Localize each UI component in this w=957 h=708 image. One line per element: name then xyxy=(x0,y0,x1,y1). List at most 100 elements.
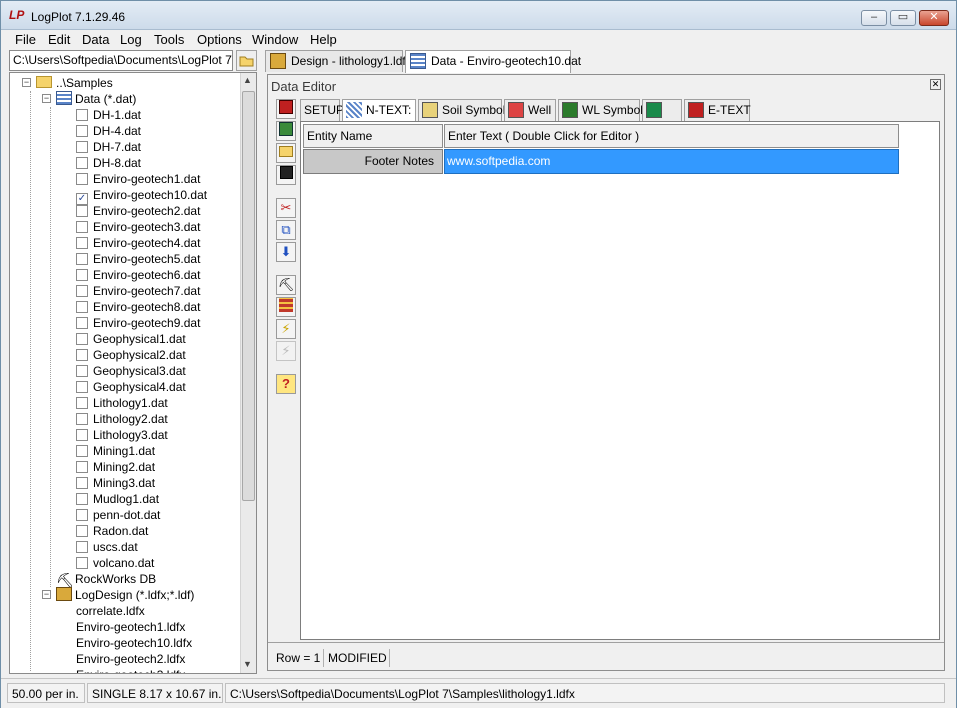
close-button[interactable]: ✕ xyxy=(919,10,949,26)
file-checkbox[interactable] xyxy=(76,269,88,281)
file-checkbox[interactable] xyxy=(76,461,88,473)
file-checkbox[interactable] xyxy=(76,381,88,393)
save-button[interactable] xyxy=(276,165,296,185)
file-checkbox[interactable] xyxy=(76,397,88,409)
file-checkbox[interactable] xyxy=(76,237,88,249)
menu-data[interactable]: Data xyxy=(82,32,109,47)
tab-wl-symbol[interactable]: WL Symbol xyxy=(558,99,643,121)
tree-scrollbar[interactable]: ▲ ▼ xyxy=(240,73,256,673)
minimize-button[interactable]: – xyxy=(861,10,887,26)
tree-node-rockworks[interactable]: ⛏RockWorks DB xyxy=(56,571,156,587)
tree-item-design-file[interactable]: Enviro-geotech1.ldfx xyxy=(76,619,185,635)
tab-more[interactable] xyxy=(642,99,682,121)
tree-item-design-file[interactable]: correlate.ldfx xyxy=(76,603,145,619)
row-text-cell[interactable]: www.softpedia.com xyxy=(444,149,899,174)
file-checkbox[interactable] xyxy=(76,493,88,505)
file-checkbox[interactable] xyxy=(76,173,88,185)
tab-e-text[interactable]: E-TEXT xyxy=(684,99,751,121)
file-checkbox[interactable] xyxy=(76,253,88,265)
menu-file[interactable]: File xyxy=(15,32,36,47)
tree-item-data-file[interactable]: Mining3.dat xyxy=(76,475,155,491)
tab-design-lithology1[interactable]: Design - lithology1.ldfx xyxy=(265,50,412,72)
tab-setup[interactable]: SETUP xyxy=(300,99,344,121)
tree-item-data-file[interactable]: Geophysical4.dat xyxy=(76,379,186,395)
editor-close-button[interactable]: ✕ xyxy=(930,79,941,90)
tree-item-data-file[interactable]: Enviro-geotech5.dat xyxy=(76,251,200,267)
tree-item-data-file[interactable]: DH-7.dat xyxy=(76,139,141,155)
file-checkbox[interactable] xyxy=(76,509,88,521)
import-button[interactable] xyxy=(276,121,296,141)
tree-item-data-file[interactable]: Enviro-geotech8.dat xyxy=(76,299,200,315)
tree-item-data-file[interactable]: Geophysical2.dat xyxy=(76,347,186,363)
title-bar[interactable]: LP LogPlot 7.1.29.46 – ▭ ✕ xyxy=(1,1,956,30)
maximize-button[interactable]: ▭ xyxy=(890,10,916,26)
file-checkbox[interactable] xyxy=(76,333,88,345)
file-checkbox[interactable] xyxy=(76,541,88,553)
tree-item-data-file[interactable]: ✓ Enviro-geotech10.dat xyxy=(76,187,207,205)
tree-item-data-file[interactable]: Mining1.dat xyxy=(76,443,155,459)
column-header-enter-text[interactable]: Enter Text ( Double Click for Editor ) xyxy=(444,124,899,148)
tree-item-data-file[interactable]: Geophysical1.dat xyxy=(76,331,186,347)
path-field[interactable]: C:\Users\Softpedia\Documents\LogPlot 7\S… xyxy=(9,50,233,71)
tab-n-text[interactable]: N-TEXT: xyxy=(342,99,416,122)
file-checkbox[interactable] xyxy=(76,525,88,537)
collapse-toggle-icon[interactable]: − xyxy=(22,78,31,87)
paste-button[interactable]: ⬇ xyxy=(276,242,296,262)
tree-item-data-file[interactable]: DH-8.dat xyxy=(76,155,141,171)
tree-item-design-file[interactable]: Enviro-geotech2.ldfx xyxy=(76,651,185,667)
tree-item-data-file[interactable]: Enviro-geotech7.dat xyxy=(76,283,200,299)
tree-item-data-file[interactable]: Enviro-geotech2.dat xyxy=(76,203,200,219)
file-tree[interactable]: ▲ ▼ − ..\Samples − Data (*.dat) DH-1.dat DH-4… xyxy=(9,72,257,674)
file-checkbox[interactable] xyxy=(76,301,88,313)
tree-folder-samples[interactable]: − ..\Samples xyxy=(22,75,113,91)
menu-tools[interactable]: Tools xyxy=(154,32,184,47)
file-checkbox[interactable] xyxy=(76,157,88,169)
file-checkbox[interactable] xyxy=(76,317,88,329)
tab-data-enviro-geotech10[interactable]: Data - Enviro-geotech10.dat xyxy=(405,50,581,73)
tree-item-data-file[interactable]: Enviro-geotech6.dat xyxy=(76,267,200,283)
tree-item-data-file[interactable]: Enviro-geotech4.dat xyxy=(76,235,200,251)
file-checkbox[interactable] xyxy=(76,205,88,217)
rockworks-pick-button[interactable]: ⛏ xyxy=(276,275,296,295)
menu-help[interactable]: Help xyxy=(310,32,337,47)
data-grid[interactable]: Entity Name Enter Text ( Double Click fo… xyxy=(300,121,940,640)
lithology-button[interactable] xyxy=(276,297,296,317)
browse-folder-button[interactable] xyxy=(236,50,257,71)
collapse-toggle-icon[interactable]: − xyxy=(42,94,51,103)
scroll-down-arrow-icon[interactable]: ▼ xyxy=(243,659,252,669)
new-button[interactable] xyxy=(276,99,296,119)
file-checkbox[interactable] xyxy=(76,557,88,569)
tree-item-data-file[interactable]: Lithology2.dat xyxy=(76,411,168,427)
tree-item-data-file[interactable]: uscs.dat xyxy=(76,539,138,555)
tree-item-data-file[interactable]: Mudlog1.dat xyxy=(76,491,159,507)
menu-edit[interactable]: Edit xyxy=(48,32,70,47)
tree-node-data[interactable]: − Data (*.dat) xyxy=(42,91,136,107)
menu-options[interactable]: Options xyxy=(197,32,242,47)
file-checkbox[interactable] xyxy=(76,349,88,361)
tree-item-data-file[interactable]: Radon.dat xyxy=(76,523,148,539)
file-checkbox[interactable] xyxy=(76,445,88,457)
file-checkbox[interactable] xyxy=(76,125,88,137)
tab-soil-symbol[interactable]: Soil Symbol xyxy=(418,99,505,121)
menu-window[interactable]: Window xyxy=(252,32,298,47)
column-header-entity-name[interactable]: Entity Name xyxy=(303,124,443,148)
file-checkbox[interactable] xyxy=(76,109,88,121)
tree-item-data-file[interactable]: DH-1.dat xyxy=(76,107,141,123)
tree-item-data-file[interactable]: Lithology3.dat xyxy=(76,427,168,443)
disabled-tool-button[interactable]: ⚡ xyxy=(276,341,296,361)
open-button[interactable] xyxy=(276,143,296,163)
tree-item-design-file[interactable]: Enviro-geotech3.ldfx xyxy=(76,667,185,673)
scroll-thumb[interactable] xyxy=(242,91,255,501)
tree-item-data-file[interactable]: Mining2.dat xyxy=(76,459,155,475)
file-checkbox[interactable] xyxy=(76,429,88,441)
tree-item-data-file[interactable]: Geophysical3.dat xyxy=(76,363,186,379)
file-checkbox[interactable] xyxy=(76,285,88,297)
tree-node-logdesign[interactable]: − LogDesign (*.ldfx;*.ldf) xyxy=(42,587,194,603)
tree-item-data-file[interactable]: Enviro-geotech1.dat xyxy=(76,171,200,187)
copy-button[interactable]: ⧉ xyxy=(276,220,296,240)
tree-item-data-file[interactable]: DH-4.dat xyxy=(76,123,141,139)
menu-log[interactable]: Log xyxy=(120,32,142,47)
tree-item-design-file[interactable]: Enviro-geotech10.ldfx xyxy=(76,635,192,651)
file-checkbox[interactable] xyxy=(76,221,88,233)
tree-item-data-file[interactable]: Enviro-geotech3.dat xyxy=(76,219,200,235)
